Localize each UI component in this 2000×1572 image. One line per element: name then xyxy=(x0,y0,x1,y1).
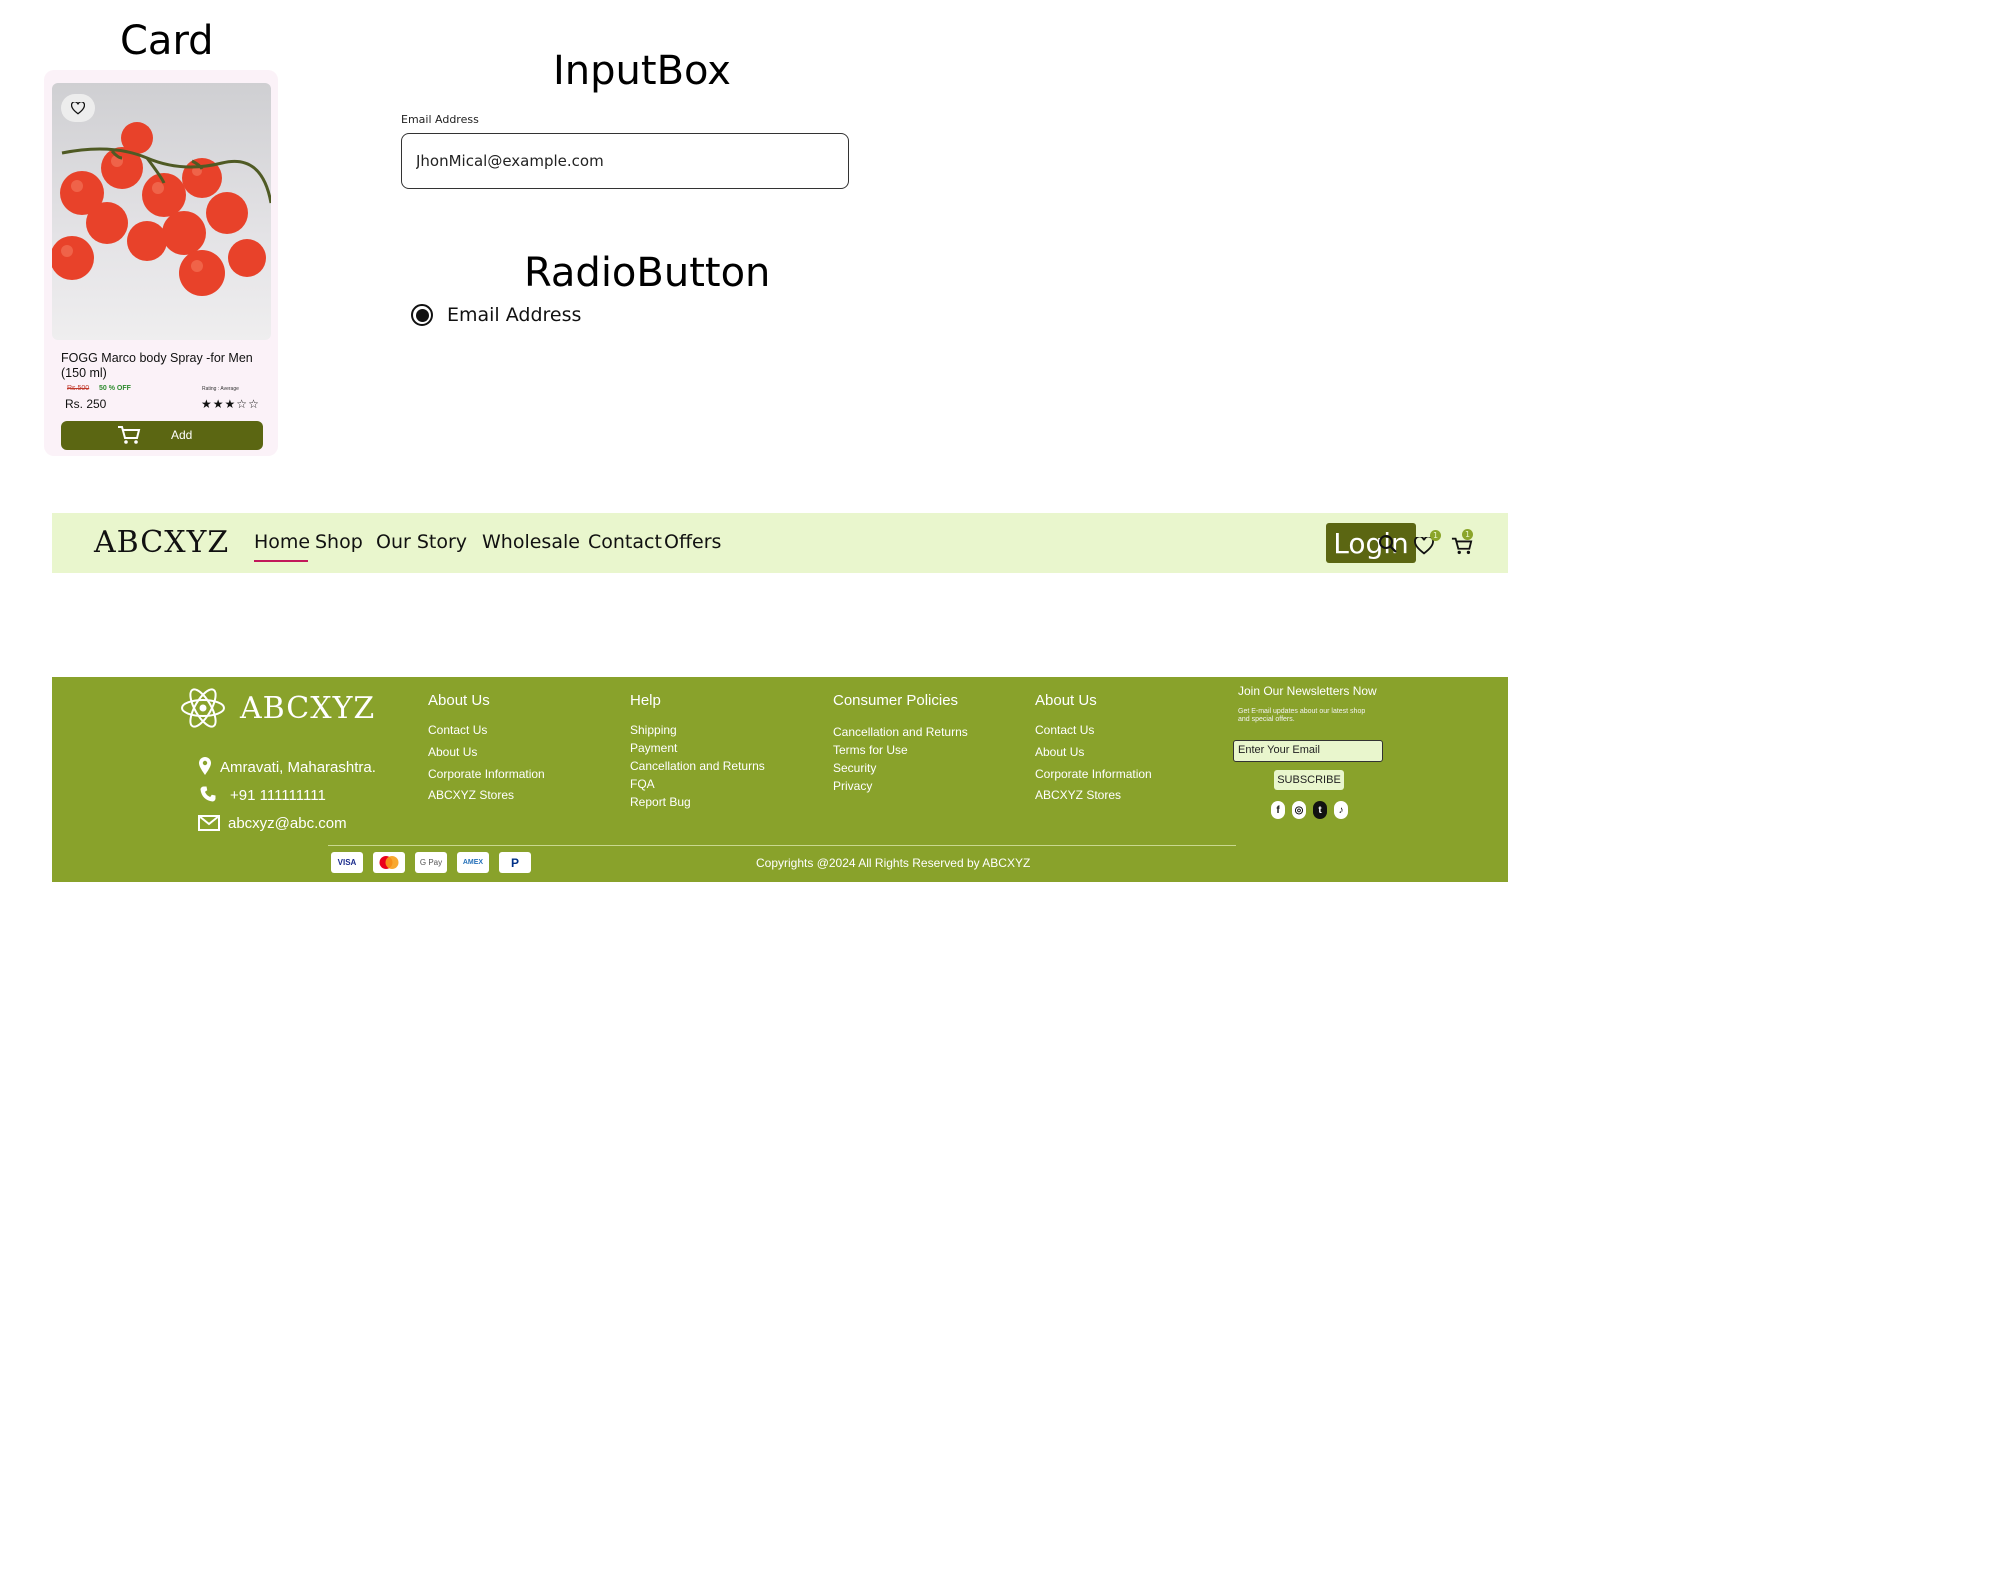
footer-link-corporate-information[interactable]: Corporate Information xyxy=(428,767,545,781)
instagram-icon[interactable]: ◎ xyxy=(1292,801,1306,819)
visa-icon: VISA xyxy=(331,852,363,873)
footer-col-about-title-2: About Us xyxy=(1035,692,1097,709)
nav-item-our-story[interactable]: Our Story xyxy=(376,531,467,553)
cart-icon xyxy=(118,426,141,444)
inputbox-section-title: InputBox xyxy=(553,48,731,94)
footer-address: Amravati, Maharashtra. xyxy=(220,759,376,776)
footer: ABCXYZ Amravati, Maharashtra. +91 111111… xyxy=(52,677,1508,882)
newsletter-email-field[interactable]: Enter Your Email xyxy=(1233,740,1383,762)
footer-link-corporate-information-2[interactable]: Corporate Information xyxy=(1035,767,1152,781)
nav-item-shop[interactable]: Shop xyxy=(315,531,363,553)
star-filled-icon: ★ xyxy=(212,397,224,411)
active-nav-indicator xyxy=(254,560,308,562)
navbar-logo[interactable]: ABCXYZ xyxy=(94,525,229,560)
footer-link-report-bug[interactable]: Report Bug xyxy=(630,795,691,809)
subscribe-button[interactable]: SUBSCRIBE xyxy=(1274,770,1344,790)
search-icon[interactable] xyxy=(1378,534,1398,554)
wishlist-count-badge: 1 xyxy=(1430,530,1441,541)
footer-link-cancellation-returns[interactable]: Cancellation and Returns xyxy=(833,725,968,739)
discount-badge: 50 % OFF xyxy=(99,385,131,392)
nav-item-contact[interactable]: Contact xyxy=(588,531,662,553)
navbar: ABCXYZ Home Shop Our Story Wholesale Con… xyxy=(52,513,1508,573)
email-field[interactable] xyxy=(401,133,849,189)
email-radio-label[interactable]: Email Address xyxy=(447,304,581,326)
paypal-icon: P xyxy=(499,852,531,873)
current-price: Rs. 250 xyxy=(65,397,107,411)
copyright-text: Copyrights @2024 All Rights Reserved by … xyxy=(756,856,1031,870)
footer-email: abcxyz@abc.com xyxy=(228,815,347,832)
product-card[interactable]: FOGG Marco body Spray -for Men (150 ml) … xyxy=(44,70,278,456)
old-price: Rs.500 xyxy=(67,385,90,392)
amex-icon: AMEX xyxy=(457,852,489,873)
mail-icon xyxy=(198,815,220,831)
footer-link-stores[interactable]: ABCXYZ Stores xyxy=(428,788,514,802)
google-pay-icon: G Pay xyxy=(415,852,447,873)
cart-count-badge: 1 xyxy=(1462,529,1473,540)
nav-item-wholesale[interactable]: Wholesale xyxy=(482,531,580,553)
rating-label: Rating : Average xyxy=(202,386,239,392)
footer-link-faq[interactable]: FQA xyxy=(630,777,655,791)
footer-link-stores-2[interactable]: ABCXYZ Stores xyxy=(1035,788,1121,802)
card-section-title: Card xyxy=(120,18,214,64)
product-name: FOGG Marco body Spray -for Men (150 ml) xyxy=(61,351,253,380)
star-filled-icon: ★ xyxy=(224,397,236,411)
footer-link-security[interactable]: Security xyxy=(833,761,876,775)
footer-link-payment[interactable]: Payment xyxy=(630,741,677,755)
star-filled-icon: ★ xyxy=(201,397,212,411)
add-to-cart-button[interactable]: Add xyxy=(61,421,263,450)
email-radio[interactable] xyxy=(411,304,433,326)
twitter-icon[interactable]: t xyxy=(1313,801,1327,819)
star-empty-icon: ☆ xyxy=(236,397,248,411)
footer-phone: +91 111111111 xyxy=(230,787,326,804)
tiktok-icon[interactable]: ♪ xyxy=(1334,801,1348,819)
footer-col-about-title: About Us xyxy=(428,692,490,709)
footer-link-contact-us[interactable]: Contact Us xyxy=(428,723,487,737)
location-pin-icon xyxy=(199,757,211,775)
product-image xyxy=(52,83,271,340)
radiobutton-section-title: RadioButton xyxy=(524,250,771,296)
footer-col-help-title: Help xyxy=(630,692,661,709)
mastercard-icon xyxy=(373,852,405,873)
email-field-label: Email Address xyxy=(401,113,479,126)
footer-link-about-us-2[interactable]: About Us xyxy=(1035,745,1084,759)
newsletter-description: Get E-mail updates about our latest shop… xyxy=(1238,708,1366,723)
phone-icon xyxy=(200,786,216,802)
heart-icon xyxy=(71,101,85,115)
add-button-label: Add xyxy=(171,428,193,442)
rating-stars: ★ ★ ★ ☆ ☆ xyxy=(201,398,259,410)
footer-link-about-us[interactable]: About Us xyxy=(428,745,477,759)
footer-link-contact-us-2[interactable]: Contact Us xyxy=(1035,723,1094,737)
footer-link-shipping[interactable]: Shipping xyxy=(630,723,677,737)
nav-item-offers[interactable]: Offers xyxy=(664,531,721,553)
footer-logo[interactable]: ABCXYZ xyxy=(240,691,375,726)
facebook-icon[interactable]: f xyxy=(1271,801,1285,819)
footer-link-cancellation[interactable]: Cancellation and Returns xyxy=(630,759,765,773)
atom-logo-icon xyxy=(181,688,225,728)
login-button[interactable]: Login xyxy=(1326,523,1416,563)
newsletter-title: Join Our Newsletters Now xyxy=(1238,684,1377,698)
footer-link-privacy[interactable]: Privacy xyxy=(833,779,872,793)
footer-link-terms[interactable]: Terms for Use xyxy=(833,743,908,757)
favorite-button[interactable] xyxy=(61,94,95,122)
star-empty-icon: ☆ xyxy=(248,397,259,411)
footer-col-policies-title: Consumer Policies xyxy=(833,692,959,709)
radio-selected-dot xyxy=(415,308,429,322)
nav-item-home[interactable]: Home xyxy=(254,531,310,553)
footer-divider xyxy=(328,845,1236,846)
